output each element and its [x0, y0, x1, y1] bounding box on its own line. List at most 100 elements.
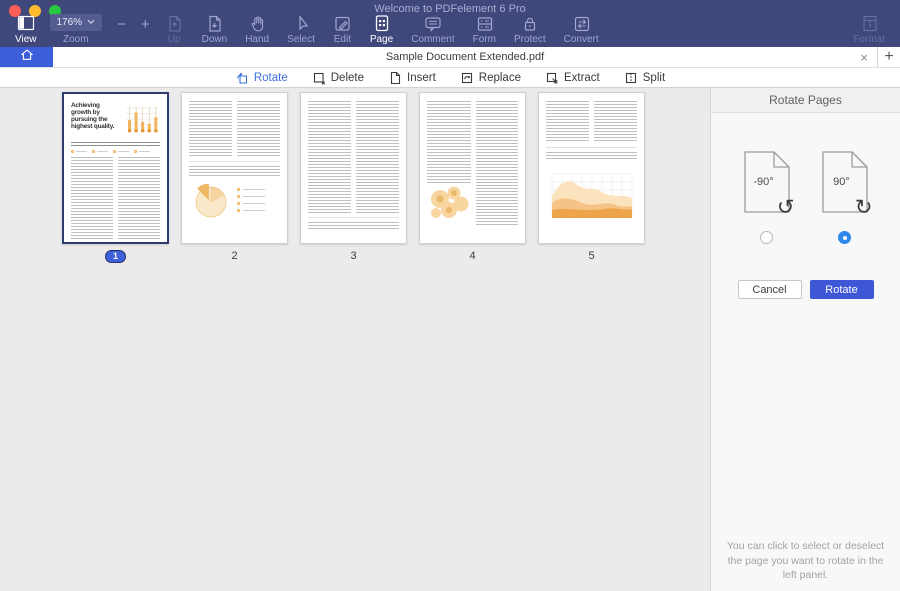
page-tab-button[interactable]: Page [361, 14, 402, 45]
candlestick-chart-preview [122, 102, 160, 138]
pencil-icon [333, 14, 352, 32]
rotate-panel-buttons: Cancel Rotate [711, 280, 900, 299]
page-thumbnail-5[interactable] [538, 92, 645, 244]
page1-preview-title: Achieving growth by pursuing the highest… [71, 102, 119, 138]
cancel-button[interactable]: Cancel [738, 280, 802, 299]
comment-label: Comment [411, 34, 454, 45]
main-content: Achieving growth by pursuing the highest… [0, 88, 900, 591]
rotate-confirm-button[interactable]: Rotate [810, 280, 874, 299]
split-page-icon [624, 71, 638, 85]
comment-button[interactable]: Comment [402, 14, 463, 45]
page-slot-1: Achieving growth by pursuing the highest… [62, 92, 169, 266]
replace-tool-label: Replace [479, 72, 521, 84]
rotate-pages-panel: Rotate Pages -90° ↺ [710, 88, 900, 591]
replace-tool-button[interactable]: Replace [460, 71, 521, 85]
convert-button[interactable]: Convert [555, 14, 608, 45]
rotate-cw-arrow-icon: ↻ [855, 197, 873, 218]
page-preview-content [189, 101, 280, 222]
form-button[interactable]: Form [464, 14, 505, 45]
hand-label: Hand [245, 34, 269, 45]
protect-label: Protect [514, 34, 546, 45]
page-down-label: Down [202, 34, 228, 45]
extract-tool-button[interactable]: Extract [545, 71, 600, 85]
protect-button[interactable]: Protect [505, 14, 555, 45]
convert-arrows-icon [572, 14, 591, 32]
page-down-button[interactable]: Down [193, 14, 237, 45]
select-tool-button[interactable]: Select [278, 14, 324, 45]
rotate-tool-button[interactable]: Rotate [235, 71, 288, 85]
page-number-2[interactable]: 2 [181, 250, 288, 266]
thumbnails-row: Achieving growth by pursuing the highest… [62, 92, 710, 266]
hand-icon [248, 14, 267, 32]
format-button[interactable]: Format [844, 14, 894, 45]
rotate-panel-help-text: You can click to select or deselect the … [721, 539, 890, 583]
convert-label: Convert [564, 34, 599, 45]
rotate-page-icon [235, 71, 249, 85]
lock-icon [520, 14, 539, 32]
insert-tool-button[interactable]: Insert [388, 71, 436, 85]
insert-tool-label: Insert [407, 72, 436, 84]
format-label: Format [853, 34, 885, 45]
delete-tool-label: Delete [331, 72, 364, 84]
page-up-label: Up [168, 34, 181, 45]
zoom-value: 176% [57, 17, 83, 28]
edit-label: Edit [334, 34, 351, 45]
page-up-icon [165, 14, 184, 32]
form-fields-icon [475, 14, 494, 32]
page-thumbnail-3[interactable] [300, 92, 407, 244]
rotate-ccw-label: -90° [741, 176, 787, 188]
close-tab-button[interactable]: × [860, 47, 868, 67]
rotate-panel-title: Rotate Pages [711, 88, 900, 113]
select-label: Select [287, 34, 315, 45]
zoom-label: Zoom [63, 34, 89, 45]
page-preview-content: Achieving growth by pursuing the highest… [71, 102, 160, 241]
rotate-ccw-page-icon: -90° ↺ [741, 150, 793, 214]
selected-page-badge: 1 [105, 250, 126, 263]
rotate-cw-option[interactable]: 90° ↻ [819, 150, 871, 244]
page-number-3[interactable]: 3 [300, 250, 407, 266]
page-slot-4: 4 [419, 92, 526, 266]
speech-bubble-icon [423, 14, 442, 32]
zoom-in-button[interactable]: + [141, 17, 150, 45]
page-number-4[interactable]: 4 [419, 250, 526, 266]
bubble-chart-preview [427, 183, 471, 223]
delete-tool-button[interactable]: Delete [312, 71, 364, 85]
form-label: Form [473, 34, 496, 45]
page-thumbnails-area: Achieving growth by pursuing the highest… [0, 88, 710, 591]
page-preview-content [546, 101, 637, 233]
rotate-cw-label: 90° [819, 176, 865, 188]
edit-button[interactable]: Edit [324, 14, 361, 45]
document-tab[interactable]: Sample Document Extended.pdf × [53, 47, 878, 67]
insert-page-icon [388, 71, 402, 85]
page-down-icon [205, 14, 224, 32]
page-grid-icon [372, 14, 391, 32]
zoom-level-dropdown[interactable]: 176% [50, 14, 103, 31]
page-number-5[interactable]: 5 [538, 250, 645, 266]
rotate-ccw-arrow-icon: ↺ [777, 197, 795, 218]
new-tab-button[interactable]: + [878, 47, 900, 67]
hand-tool-button[interactable]: Hand [236, 14, 278, 45]
page1-intro-lines [71, 142, 160, 147]
rotate-ccw-radio[interactable] [760, 231, 773, 244]
split-tool-label: Split [643, 72, 665, 84]
zoom-controls: 176% Zoom − + [50, 14, 150, 45]
home-tab[interactable] [0, 47, 53, 67]
split-tool-button[interactable]: Split [624, 71, 665, 85]
page-number-1[interactable]: 1 [62, 250, 169, 266]
view-label: View [15, 34, 37, 45]
view-panel-icon [16, 14, 36, 32]
rotate-cw-page-icon: 90° ↻ [819, 150, 871, 214]
page-preview-content [427, 101, 518, 228]
page-thumbnail-2[interactable] [181, 92, 288, 244]
view-button[interactable]: View [6, 14, 46, 45]
rotate-ccw-option[interactable]: -90° ↺ [741, 150, 793, 244]
page-up-button[interactable]: Up [156, 14, 193, 45]
delete-page-icon [312, 71, 326, 85]
rotate-cw-radio[interactable] [838, 231, 851, 244]
page-thumbnail-4[interactable] [419, 92, 526, 244]
page-label: Page [370, 34, 393, 45]
page-slot-2: 2 [181, 92, 288, 266]
tab-bar: Sample Document Extended.pdf × + [0, 47, 900, 68]
zoom-out-button[interactable]: − [117, 17, 126, 45]
page-thumbnail-1[interactable]: Achieving growth by pursuing the highest… [62, 92, 169, 244]
